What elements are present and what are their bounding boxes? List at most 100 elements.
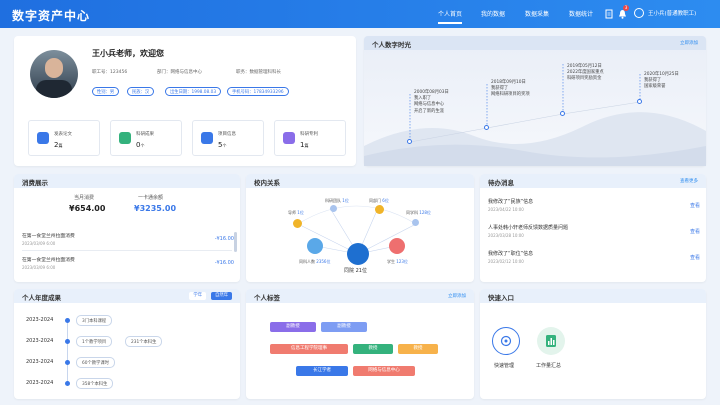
top-bar: 数字资产中心 个人首页 我的数据 数据采集 数据统计 3 王小兵(普通教职工) — [0, 0, 720, 28]
achievement-dot — [65, 318, 70, 323]
divider — [22, 250, 232, 251]
achievements-card: 个人年度成果 学年 自然年 2023-2024 3门本科课程 2023-2024… — [14, 289, 240, 399]
nav-data-collect[interactable]: 数据采集 — [525, 9, 549, 18]
tab-natural-year[interactable]: 自然年 — [211, 292, 232, 300]
bar-chart-icon — [546, 335, 556, 347]
tags-add-link[interactable]: 立即添加 — [448, 293, 466, 299]
view-button[interactable]: 查看 — [690, 228, 700, 235]
node-students[interactable] — [389, 238, 405, 254]
tag-item[interactable]: 长江学者 — [296, 366, 348, 376]
workload-summary-button[interactable] — [537, 327, 565, 355]
tag-item[interactable]: 副教授 — [270, 322, 316, 332]
stat-value: 2篇 — [54, 141, 63, 149]
timeline-dot[interactable] — [560, 111, 565, 116]
notification-badge: 3 — [623, 5, 629, 11]
chip-gender: 性别：男 — [92, 87, 120, 96]
timeline-event-2: 2018年09月10日 我获得了 网络科研项目的奖项 — [491, 80, 530, 98]
quick-title: 快速入口 — [488, 294, 514, 302]
todo-item: 我修改了“职位”信息 2023/02/12 10:00 查看 — [488, 251, 700, 264]
stat-projects[interactable]: 项目信息 5个 — [192, 120, 264, 156]
document-icon[interactable] — [605, 9, 613, 19]
card-balance-value: ¥3235.00 — [134, 204, 177, 213]
chip-phone: 手机号码：17834933296 — [227, 87, 289, 96]
achievement-year: 2023-2024 — [26, 380, 54, 386]
achievement-item: 231个本科生 — [125, 336, 163, 347]
achievement-dot — [65, 339, 70, 344]
chip-birthdate: 出生日期：1998.08.03 — [165, 87, 222, 96]
todo-title: 待办消息 — [488, 179, 514, 187]
timeline-card: 个人数字时光 立即添加 2000年08月03日 我入职了 网络与信息中心 开启了新的生… — [364, 36, 706, 166]
app-title: 数字资产中心 — [12, 9, 91, 23]
node-same-department[interactable] — [375, 205, 384, 214]
relations-card: 校内关系 同院 21位 同科人数 2356位 学生 123位 导师 1位 科研团… — [246, 174, 474, 282]
quick-manage-label: 快速管理 — [494, 363, 515, 369]
todo-more-link[interactable]: 查看更多 — [680, 178, 698, 184]
stat-patents[interactable]: 科研专利 1篇 — [274, 120, 346, 156]
view-button[interactable]: 查看 — [690, 254, 700, 261]
stat-label: 发表论文 — [54, 132, 72, 137]
card-balance-label: 一卡通余额 — [138, 195, 164, 201]
consumption-record[interactable]: 在第一食堂兰州拉面消费 2023/03/09 6:00 -¥16.00 — [22, 256, 242, 270]
todo-header: 待办消息 查看更多 — [480, 174, 706, 188]
tags-title: 个人标签 — [254, 294, 280, 302]
tag-item[interactable]: 信息工程学院理事 — [270, 344, 348, 354]
gear-icon — [500, 335, 512, 347]
quick-access-card: 快速入口 快速管理 工作量汇总 — [480, 289, 706, 399]
chip-ethnicity: 民族：汉 — [127, 87, 155, 96]
scrollbar[interactable] — [234, 232, 237, 252]
paper-icon — [37, 132, 49, 144]
profile-card: 王小兵老师，欢迎您 职工号：123456 部门：网络与信息中心 职务：数据管理科… — [14, 36, 356, 166]
timeline-dot[interactable] — [484, 125, 489, 130]
achievement-year: 2023-2024 — [26, 359, 54, 365]
quick-manage-button[interactable] — [492, 327, 520, 355]
tab-academic-year[interactable]: 学年 — [189, 292, 206, 300]
stat-label: 项目信息 — [218, 132, 236, 137]
stat-label: 科研专利 — [300, 132, 318, 137]
nav-data-stats[interactable]: 数据统计 — [569, 9, 593, 18]
result-icon — [119, 132, 131, 144]
achievements-header: 个人年度成果 学年 自然年 — [14, 289, 240, 303]
consumption-title: 消费展示 — [22, 179, 48, 187]
greeting: 王小兵老师，欢迎您 — [92, 49, 164, 58]
project-icon — [201, 132, 213, 144]
relations-title: 校内关系 — [254, 179, 280, 187]
achievement-year: 2023-2024 — [26, 338, 54, 344]
node-same-subject-count-label: 同科人数 2356位 — [299, 259, 331, 264]
timeline-dot[interactable] — [407, 139, 412, 144]
node-same-subject-count[interactable] — [307, 238, 323, 254]
node-advisor[interactable] — [293, 219, 302, 228]
nav-my-data[interactable]: 我的数据 — [481, 9, 505, 18]
relations-header: 校内关系 — [246, 174, 474, 188]
timeline-event-1: 2000年08月03日 我入职了 网络与信息中心 开启了新的生涯 — [414, 90, 449, 114]
position: 职务：数据管理科科长 — [236, 70, 281, 75]
tag-item[interactable]: 网络与信息中心 — [353, 366, 415, 376]
node-same-discipline-label: 同学科 128位 — [406, 210, 431, 215]
stat-value: 1篇 — [300, 141, 309, 149]
timeline-dot[interactable] — [637, 99, 642, 104]
view-button[interactable]: 查看 — [690, 202, 700, 209]
nav-home[interactable]: 个人首页 — [438, 9, 463, 24]
achievement-item: 3门本科课程 — [76, 315, 113, 326]
stat-research-results[interactable]: 科研成果 0个 — [110, 120, 182, 156]
node-same-department-label: 同部门 6位 — [369, 198, 389, 203]
tags-header: 个人标签 立即添加 — [246, 289, 474, 303]
todo-item: 人事处韩小轩老师反馈数据质量问题 2023/03/28 10:00 查看 — [488, 225, 700, 238]
node-same-college[interactable] — [347, 243, 369, 265]
tag-item[interactable]: 教授 — [398, 344, 438, 354]
timeline-add-link[interactable]: 立即添加 — [680, 40, 698, 46]
department: 部门：网络与信息中心 — [157, 70, 202, 75]
node-advisor-label: 导师 1位 — [288, 210, 304, 215]
user-name[interactable]: 王小兵(普通教职工) — [648, 9, 696, 17]
staff-id: 职工号：123456 — [92, 70, 128, 75]
stat-papers[interactable]: 发表论文 2篇 — [28, 120, 100, 156]
user-avatar[interactable] — [634, 8, 644, 18]
tag-item[interactable]: 副教授 — [321, 322, 367, 332]
consumption-record[interactable]: 在第一食堂兰州拉面消费 2023/03/09 6:00 -¥16.00 — [22, 232, 242, 246]
tag-item[interactable]: 教授 — [353, 344, 393, 354]
todo-item: 我修改了“民族”信息 2023/04/22 10:00 查看 — [488, 199, 700, 212]
node-same-discipline[interactable] — [412, 219, 419, 226]
workload-summary-label: 工作量汇总 — [536, 363, 562, 369]
tags-card: 个人标签 立即添加 副教授 副教授 信息工程学院理事 教授 教授 长江学者 网络… — [246, 289, 474, 399]
node-research-team[interactable] — [330, 205, 337, 212]
node-research-team-label: 科研团队 1位 — [325, 198, 349, 203]
